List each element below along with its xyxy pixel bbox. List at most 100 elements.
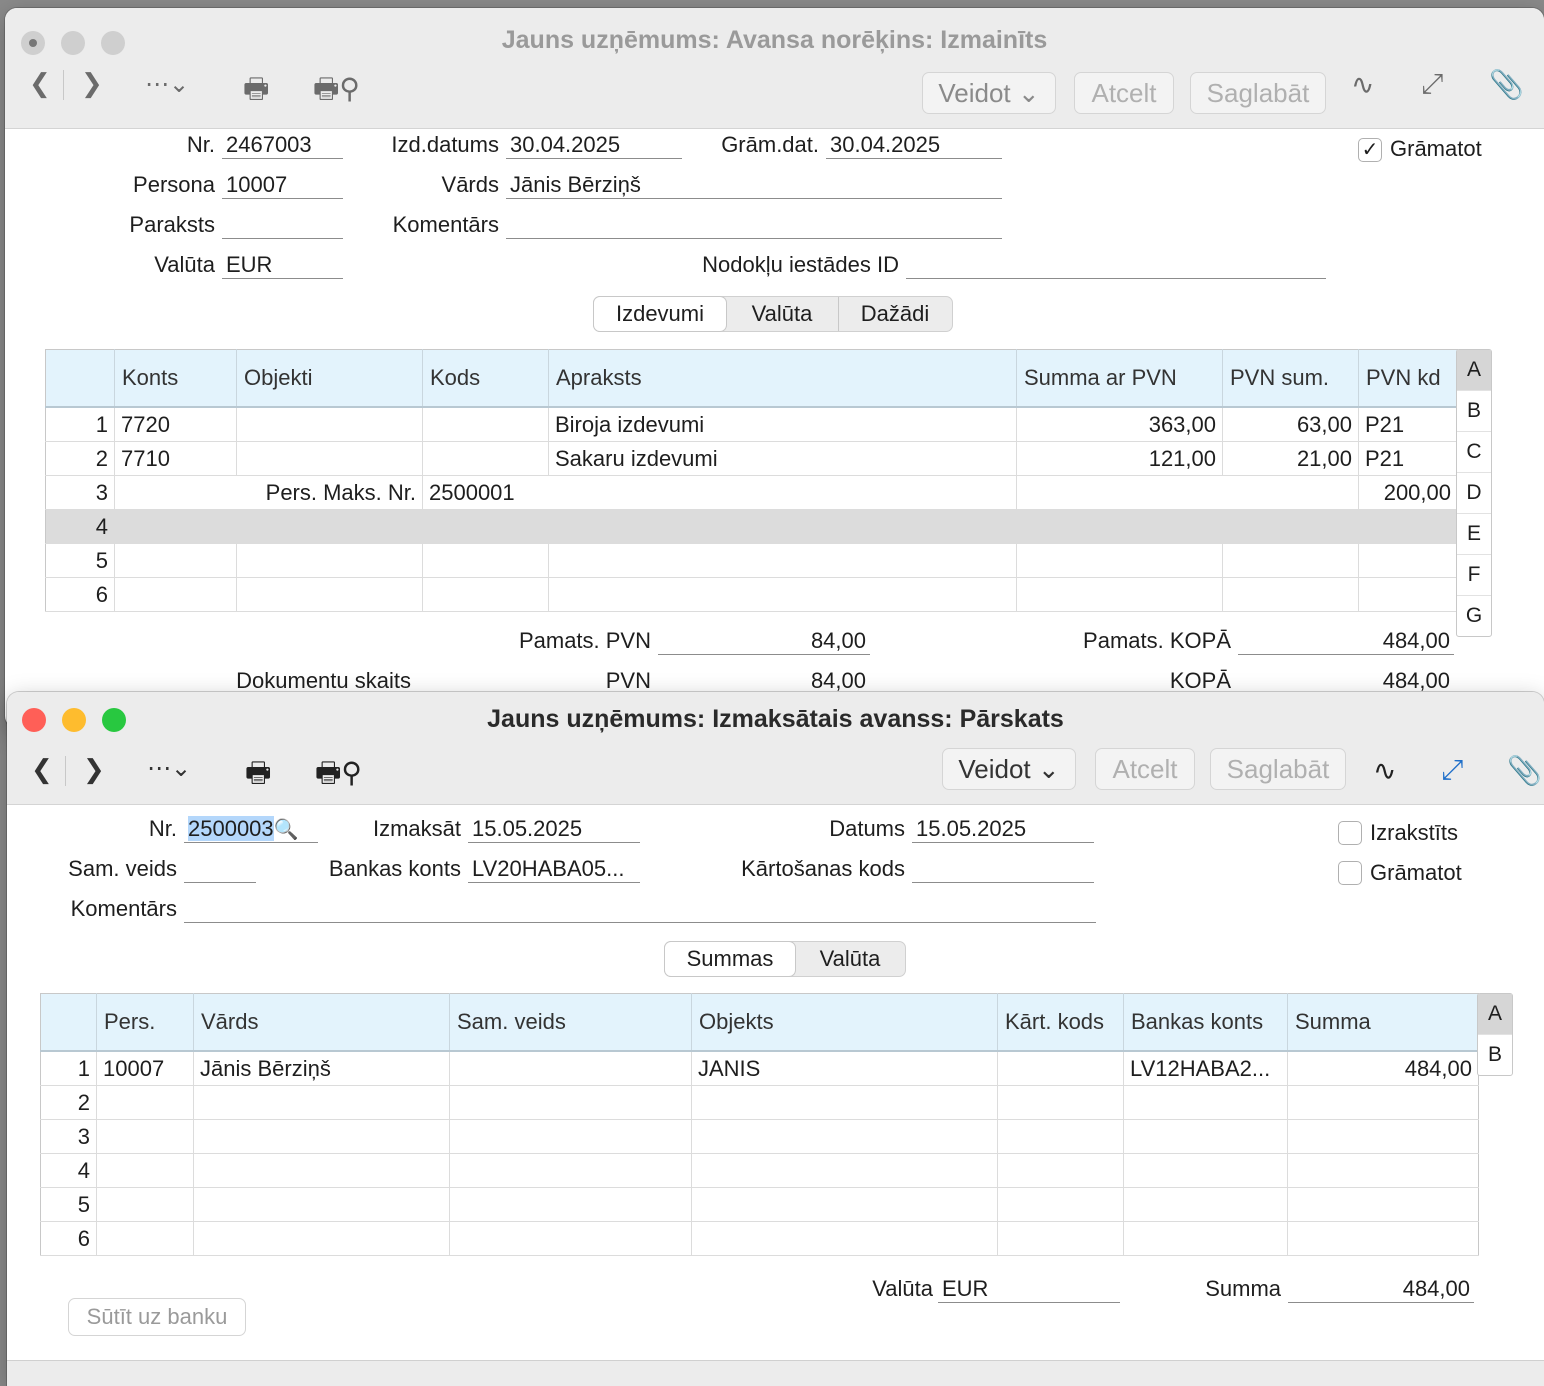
col-summa[interactable]: Summa xyxy=(1287,993,1479,1052)
bankas-konts-field[interactable]: LV20HABA05... xyxy=(468,856,640,883)
veidot-button[interactable]: Veidot ⌄ xyxy=(922,72,1056,114)
veidot-button[interactable]: Veidot ⌄ xyxy=(942,748,1076,790)
lookup-icon[interactable]: 🔍 xyxy=(274,819,299,841)
table-row[interactable]: 6 xyxy=(40,1221,1479,1256)
komentars-field[interactable] xyxy=(506,212,1002,239)
col-apraksts[interactable]: Apraksts xyxy=(548,349,1017,408)
col-summa[interactable]: Summa ar PVN xyxy=(1016,349,1223,408)
sutit-uz-banku-button[interactable]: Sūtīt uz banku xyxy=(68,1298,246,1336)
cell-pvn-kd[interactable]: P21 xyxy=(1358,441,1458,476)
tab-dazadi[interactable]: Dažādi xyxy=(839,297,951,331)
valuta-field[interactable]: EUR xyxy=(222,252,343,279)
side-tab-a[interactable]: A xyxy=(1457,350,1491,391)
cell-konts[interactable]: 7720 xyxy=(114,407,237,442)
col-vards[interactable]: Vārds xyxy=(193,993,450,1052)
gramatot-checkbox[interactable]: ✓ xyxy=(1358,138,1382,162)
print-preview-icon[interactable]: 🖶⚲ xyxy=(315,752,362,792)
paraksts-field[interactable] xyxy=(222,212,343,239)
print-icon[interactable]: 🖶 xyxy=(243,68,269,108)
cell-pvn-sum[interactable]: 63,00 xyxy=(1222,407,1359,442)
tab-summas[interactable]: Summas xyxy=(665,942,795,976)
col-konts[interactable]: Konts xyxy=(114,349,237,408)
col-pvn-sum[interactable]: PVN sum. xyxy=(1222,349,1359,408)
saglabat-button[interactable]: Saglabāt xyxy=(1190,72,1326,114)
activity-icon[interactable]: ∿ xyxy=(1351,68,1374,108)
col-kods[interactable]: Kods xyxy=(422,349,549,408)
nr-field[interactable]: 2500003🔍 xyxy=(184,816,318,843)
cell-apraksts[interactable]: Biroja izdevumi xyxy=(548,407,1017,442)
activity-icon[interactable]: ∿ xyxy=(1373,754,1396,794)
cell-kods[interactable] xyxy=(422,441,549,476)
cell-sam-veids[interactable] xyxy=(449,1051,692,1086)
side-tab-e[interactable]: E xyxy=(1457,514,1491,555)
tab-valuta[interactable]: Valūta xyxy=(726,297,839,331)
attachment-icon[interactable]: 📎 xyxy=(1489,68,1524,108)
table-row[interactable]: 5 xyxy=(45,543,1458,578)
cell-summa[interactable]: 484,00 xyxy=(1287,1051,1479,1086)
atcelt-button[interactable]: Atcelt xyxy=(1095,748,1195,790)
side-tab-f[interactable]: F xyxy=(1457,555,1491,596)
cell-summa[interactable]: 363,00 xyxy=(1016,407,1223,442)
cell-objekti[interactable] xyxy=(236,407,423,442)
vards-field[interactable]: Jānis Bērziņš xyxy=(506,172,1002,199)
side-tab-b[interactable]: B xyxy=(1478,1035,1512,1075)
back-icon[interactable]: ❮ xyxy=(29,68,51,108)
tab-valuta[interactable]: Valūta xyxy=(795,942,905,976)
fullscreen-icon[interactable]: ⤢ xyxy=(1421,68,1443,108)
cell-bankas-konts[interactable]: LV12HABA2... xyxy=(1123,1051,1288,1086)
side-tab-c[interactable]: C xyxy=(1457,432,1491,473)
nodoklu-field[interactable] xyxy=(906,252,1326,279)
tab-izdevumi[interactable]: Izdevumi xyxy=(594,297,726,331)
table-row[interactable]: 6 xyxy=(45,577,1458,612)
col-bankas-konts[interactable]: Bankas konts xyxy=(1123,993,1288,1052)
pers-maks-amount[interactable]: 200,00 xyxy=(1358,475,1458,510)
cell-apraksts[interactable]: Sakaru izdevumi xyxy=(548,441,1017,476)
side-tab-b[interactable]: B xyxy=(1457,391,1491,432)
table-row-selected[interactable]: 4 xyxy=(45,509,1458,544)
attachment-icon[interactable]: 📎 xyxy=(1507,754,1542,794)
persona-field[interactable]: 10007 xyxy=(222,172,343,199)
cell-summa[interactable]: 121,00 xyxy=(1016,441,1223,476)
cell-objekti[interactable] xyxy=(236,441,423,476)
more-icon[interactable]: ⋯⌄ xyxy=(145,70,189,110)
table-row[interactable]: 1 7720 Biroja izdevumi 363,00 63,00 P21 xyxy=(45,407,1458,442)
valuta-field[interactable]: EUR xyxy=(938,1276,1120,1303)
cell-vards[interactable]: Jānis Bērziņš xyxy=(193,1051,450,1086)
kartosanas-kods-field[interactable] xyxy=(912,856,1094,883)
saglabat-button[interactable]: Saglabāt xyxy=(1210,748,1346,790)
col-objekts[interactable]: Objekts xyxy=(691,993,998,1052)
table-row[interactable]: 5 xyxy=(40,1187,1479,1222)
cell-kart-kods[interactable] xyxy=(997,1051,1124,1086)
table-row-payment[interactable]: 3 Pers. Maks. Nr. 2500001 200,00 xyxy=(45,475,1458,510)
forward-icon[interactable]: ❯ xyxy=(81,68,103,108)
datums-field[interactable]: 15.05.2025 xyxy=(912,816,1094,843)
print-preview-icon[interactable]: 🖶⚲ xyxy=(313,68,360,108)
side-tab-g[interactable]: G xyxy=(1457,596,1491,636)
col-kart-kods[interactable]: Kārt. kods xyxy=(997,993,1124,1052)
side-tab-d[interactable]: D xyxy=(1457,473,1491,514)
col-sam-veids[interactable]: Sam. veids xyxy=(449,993,692,1052)
table-row[interactable]: 1 10007 Jānis Bērziņš JANIS LV12HABA2...… xyxy=(40,1051,1479,1086)
cell-kods[interactable] xyxy=(422,407,549,442)
nr-field[interactable]: 2467003 xyxy=(222,132,343,159)
izrakstits-checkbox[interactable] xyxy=(1338,821,1362,845)
forward-icon[interactable]: ❯ xyxy=(83,754,105,794)
izd-datums-field[interactable]: 30.04.2025 xyxy=(506,132,682,159)
print-icon[interactable]: 🖶 xyxy=(245,752,271,792)
back-icon[interactable]: ❮ xyxy=(31,754,53,794)
col-pers[interactable]: Pers. xyxy=(96,993,194,1052)
gramatot-checkbox[interactable] xyxy=(1338,861,1362,885)
atcelt-button[interactable]: Atcelt xyxy=(1074,72,1174,114)
table-row[interactable]: 2 7710 Sakaru izdevumi 121,00 21,00 P21 xyxy=(45,441,1458,476)
table-row[interactable]: 3 xyxy=(40,1119,1479,1154)
komentars-field[interactable] xyxy=(184,896,1096,923)
pers-maks-nr[interactable]: 2500001 xyxy=(422,475,1017,510)
table-row[interactable]: 2 xyxy=(40,1085,1479,1120)
col-objekti[interactable]: Objekti xyxy=(236,349,423,408)
sam-veids-field[interactable] xyxy=(184,856,256,883)
col-pvn-kd[interactable]: PVN kd xyxy=(1358,349,1458,408)
more-icon[interactable]: ⋯⌄ xyxy=(147,754,191,794)
cell-pvn-sum[interactable]: 21,00 xyxy=(1222,441,1359,476)
cell-objekts[interactable]: JANIS xyxy=(691,1051,998,1086)
gram-dat-field[interactable]: 30.04.2025 xyxy=(826,132,1002,159)
